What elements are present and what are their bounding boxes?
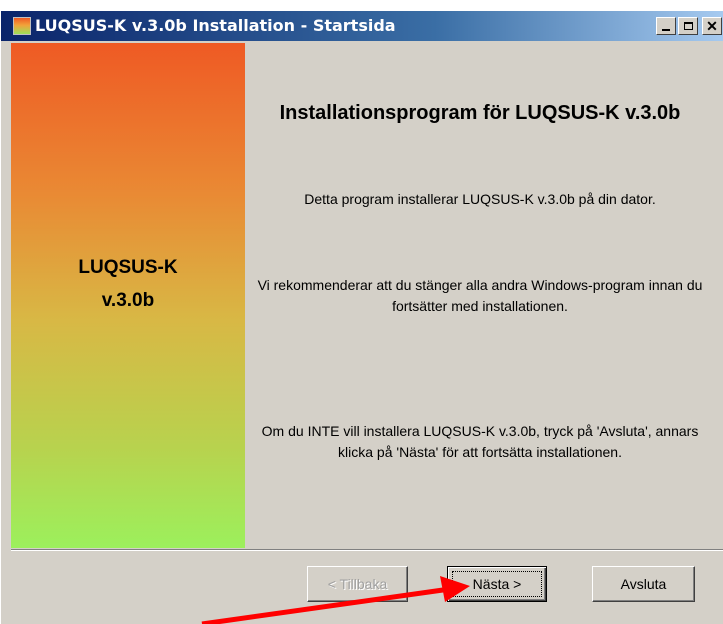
app-icon [13,17,31,35]
window-title: LUQSUS-K v.3.0b Installation - Startsida [35,16,396,35]
main-content: Installationsprogram för LUQSUS-K v.3.0b… [245,43,715,548]
installer-window: LUQSUS-K v.3.0b Installation - Startsida… [0,10,723,624]
side-banner-text: LUQSUS-K v.3.0b [11,251,245,317]
maximize-button[interactable] [678,17,698,35]
title-bar[interactable]: LUQSUS-K v.3.0b Installation - Startsida… [1,11,723,41]
side-product-name: LUQSUS-K [78,257,178,278]
minimize-icon [657,18,675,34]
exit-button[interactable]: Avsluta [592,566,695,602]
intro-text: Detta program installerar LUQSUS-K v.3.0… [304,191,656,207]
side-banner: LUQSUS-K v.3.0b [11,43,245,548]
back-button[interactable]: < Tillbaka [307,566,408,602]
minimize-button[interactable] [656,17,676,35]
close-button[interactable]: ✕ [702,17,722,35]
recommendation-text: Vi rekommenderar att du stänger alla and… [257,277,703,314]
instructions-text: Om du INTE vill installera LUQSUS-K v.3.… [261,423,699,460]
side-version: v.3.0b [101,290,155,311]
next-button-label: Nästa > [472,576,522,592]
page-title: Installationsprogram för LUQSUS-K v.3.0b [279,102,681,124]
close-icon: ✕ [706,18,718,34]
maximize-icon [679,18,697,34]
footer-divider [11,549,723,551]
next-button[interactable]: Nästa > [447,566,547,602]
window-controls: ✕ [656,17,722,35]
